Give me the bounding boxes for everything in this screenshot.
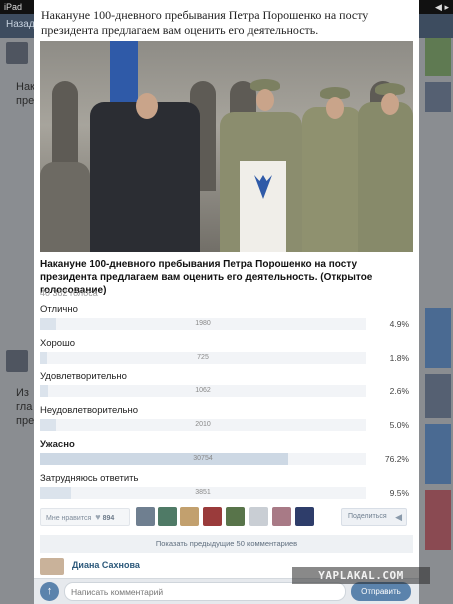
feed-snippet: пре (16, 415, 35, 427)
photo-figure (40, 162, 90, 252)
post-photo[interactable] (40, 41, 413, 252)
feed-photo (425, 490, 451, 550)
poll-option-percent: 2.6% (389, 386, 409, 396)
attach-icon[interactable]: ↑ (40, 582, 59, 601)
feed-photo (425, 38, 451, 76)
poll-option-label: Отлично (40, 304, 78, 315)
feed-photo (425, 374, 451, 418)
device-label: iPad (4, 2, 23, 12)
post-text: Накануне 100-дневного пребывания Петра П… (41, 8, 369, 37)
comment-avatar[interactable] (40, 558, 64, 575)
poll-option[interactable]: Отлично 1980 4.9% (40, 304, 413, 334)
poll-option-count: 3851 (195, 489, 211, 496)
poll-option-percent: 4.9% (389, 319, 409, 329)
show-previous-comments[interactable]: Показать предыдущие 50 комментариев (40, 535, 413, 553)
poll-option-count: 2010 (195, 421, 211, 428)
photo-podium (240, 161, 286, 252)
send-button[interactable]: Отправить (351, 582, 411, 601)
like-button[interactable]: Мне нравится ♥ 894 (40, 508, 130, 526)
poll-option[interactable]: Удовлетворительно 1062 2.6% (40, 371, 413, 401)
poll-total-votes: 40 382 голоса (40, 288, 98, 298)
feed-photo (425, 424, 451, 484)
feed-avatar (6, 350, 28, 372)
watermark: YAPLAKAL.COM (292, 567, 430, 584)
right-feed (419, 38, 453, 604)
photo-figure-head (326, 97, 344, 119)
feed-snippet: Из (16, 387, 29, 399)
poll-option-count: 1980 (195, 320, 211, 327)
megaphone-icon: ◀ (395, 512, 402, 522)
comment-input[interactable] (64, 582, 346, 601)
poll-option[interactable]: Затрудняюсь ответить 3851 9.5% (40, 473, 413, 503)
heart-icon: ♥ (95, 512, 101, 522)
poll-option-label: Удовлетворительно (40, 371, 127, 382)
poll-option-percent: 1.8% (389, 353, 409, 363)
liker-avatar[interactable] (158, 507, 177, 526)
liker-avatar[interactable] (180, 507, 199, 526)
photo-figure (302, 107, 362, 252)
share-button[interactable]: Поделиться ◀ (341, 508, 407, 526)
poll-option-percent: 5.0% (389, 420, 409, 430)
photo-figure (90, 102, 200, 252)
poll-option-count: 1062 (195, 387, 211, 394)
trident-icon (254, 175, 272, 199)
poll-option-label: Неудовлетворительно (40, 405, 139, 416)
poll-option[interactable]: Хорошо 725 1.8% (40, 338, 413, 368)
poll-option-label: Ужасно (40, 439, 75, 450)
feed-avatar (6, 42, 28, 64)
feed-snippet: Нак (16, 81, 35, 93)
feed-photo (425, 82, 451, 112)
liker-avatar[interactable] (226, 507, 245, 526)
photo-figure-head (256, 89, 274, 111)
feed-photo (425, 308, 451, 368)
photo-figure-head (136, 93, 158, 119)
post-modal: Накануне 100-дневного пребывания Петра П… (34, 0, 419, 604)
liker-avatar[interactable] (249, 507, 268, 526)
poll-option-count: 725 (197, 354, 209, 361)
poll-option[interactable]: Неудовлетворительно 2010 5.0% (40, 405, 413, 435)
poll-option-label: Хорошо (40, 338, 75, 349)
status-icons: ◀ ▸ (435, 2, 449, 12)
liker-avatar[interactable] (203, 507, 222, 526)
poll-option-percent: 76.2% (384, 454, 409, 464)
photo-figure (358, 102, 413, 252)
comment-author[interactable]: Диана Сахнова (72, 560, 140, 570)
poll-option[interactable]: Ужасно 30754 76.2% (40, 439, 413, 469)
poll-option-percent: 9.5% (389, 488, 409, 498)
liker-avatar[interactable] (295, 507, 314, 526)
back-button[interactable]: Назад (6, 19, 35, 30)
share-label: Поделиться (348, 513, 387, 520)
feed-snippet: пре (16, 95, 35, 107)
like-count: 894 (102, 515, 115, 522)
liker-avatar[interactable] (136, 507, 155, 526)
like-label: Мне нравится (46, 515, 92, 522)
like-bar: Мне нравится ♥ 894 Поделиться ◀ (40, 506, 413, 528)
liker-avatar[interactable] (272, 507, 291, 526)
feed-snippet: гла (16, 401, 33, 413)
poll-option-label: Затрудняюсь ответить (40, 473, 139, 484)
poll-option-count: 30754 (193, 455, 213, 462)
left-feed: Нак пре Из гла пре (0, 38, 35, 604)
photo-figure-head (381, 93, 399, 115)
